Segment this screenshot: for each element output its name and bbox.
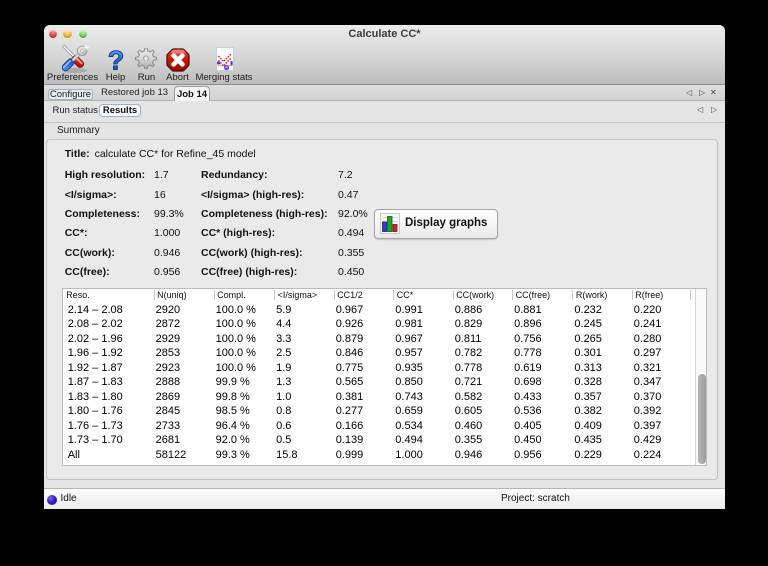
svg-text:?: ? — [108, 48, 125, 72]
